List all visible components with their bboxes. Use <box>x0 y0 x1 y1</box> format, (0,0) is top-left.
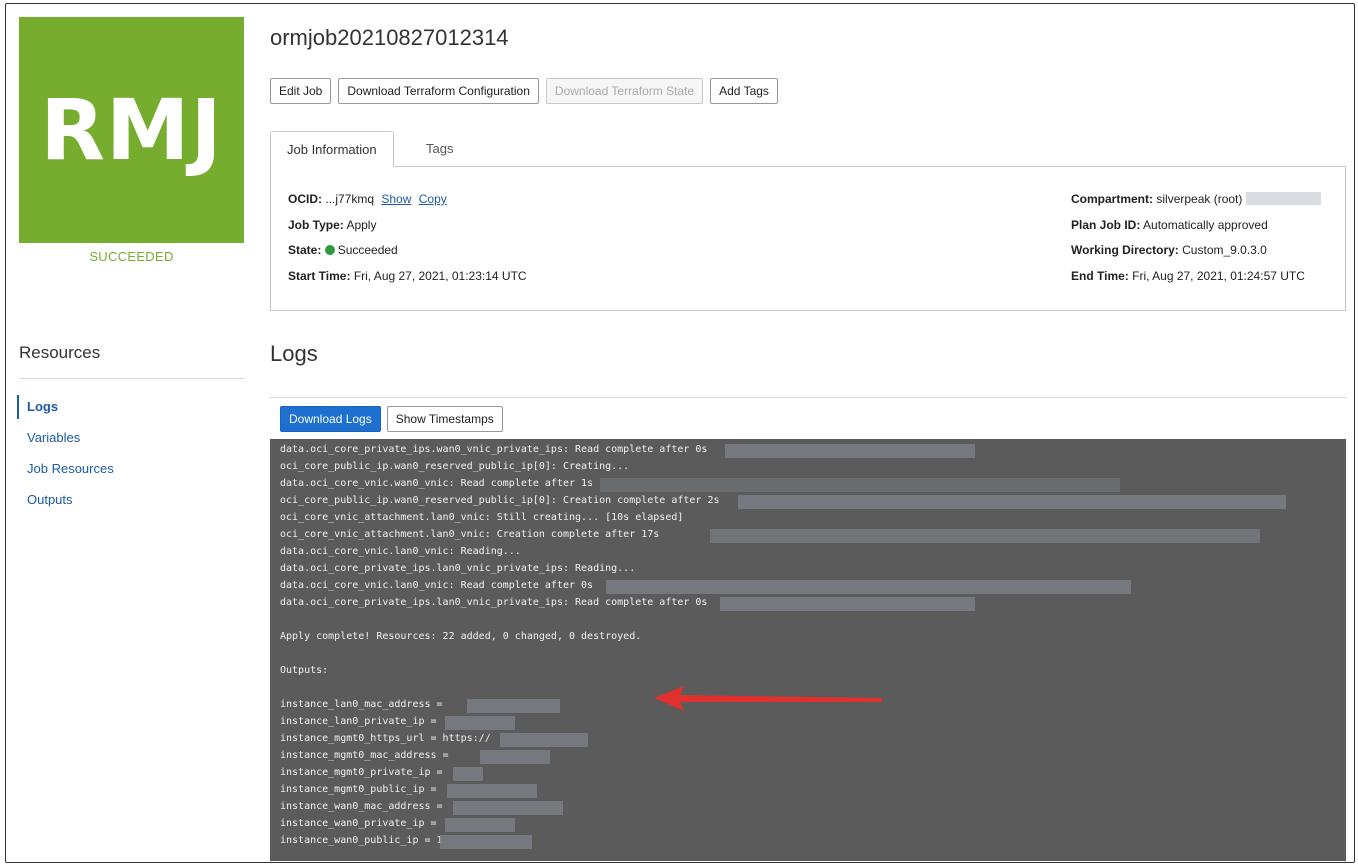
tab-job-information[interactable]: Job Information <box>270 131 394 167</box>
log-line: Outputs: <box>280 665 329 676</box>
plan-job-label: Plan Job ID: <box>1071 218 1141 232</box>
start-time-row: Start Time: Fri, Aug 27, 2021, 01:23:14 … <box>288 269 527 283</box>
logs-title: Logs <box>270 341 318 366</box>
log-line: instance_wan0_public_ip = 1 <box>280 835 443 846</box>
end-time-label: End Time: <box>1071 269 1129 283</box>
redacted-block <box>606 580 1131 594</box>
state-value: Succeeded <box>337 243 398 257</box>
resources-item-outputs[interactable]: Outputs <box>17 488 114 519</box>
end-time-value: Fri, Aug 27, 2021, 01:24:57 UTC <box>1132 269 1305 283</box>
redacted-block <box>738 495 1286 509</box>
state-label: State: <box>288 243 322 257</box>
redacted-block <box>453 767 483 781</box>
log-line: data.oci_core_vnic.wan0_vnic: Read compl… <box>280 478 594 489</box>
job-type-row: Job Type: Apply <box>288 218 376 232</box>
resources-nav: Logs Variables Job Resources Outputs <box>17 395 114 519</box>
ocid-copy-link[interactable]: Copy <box>419 192 447 206</box>
resources-divider <box>19 378 245 379</box>
compartment-value: silverpeak (root) <box>1156 192 1243 206</box>
page-title: ormjob20210827012314 <box>270 25 509 50</box>
redacted-block <box>710 529 1260 543</box>
job-type-label: Job Type: <box>288 218 344 232</box>
ocid-show-link[interactable]: Show <box>381 192 411 206</box>
log-line: oci_core_public_ip.wan0_reserved_public_… <box>280 461 630 472</box>
redacted-block <box>500 733 588 747</box>
log-console[interactable]: data.oci_core_private_ips.wan0_vnic_priv… <box>270 439 1346 861</box>
log-line: instance_lan0_mac_address = <box>280 699 443 710</box>
tab-tags[interactable]: Tags <box>410 131 469 166</box>
log-line: instance_mgmt0_private_ip = <box>280 767 443 778</box>
end-time-row: End Time: Fri, Aug 27, 2021, 01:24:57 UT… <box>1071 269 1305 283</box>
ocid-value: ...j77kmq <box>325 192 375 206</box>
show-timestamps-button[interactable]: Show Timestamps <box>386 406 503 432</box>
log-line: instance_lan0_private_ip = <box>280 716 437 727</box>
redacted-block <box>725 444 975 458</box>
download-logs-button[interactable]: Download Logs <box>280 406 381 432</box>
state-row: State: Succeeded <box>288 243 398 257</box>
log-line: data.oci_core_private_ips.wan0_vnic_priv… <box>280 444 708 455</box>
log-line: data.oci_core_private_ips.lan0_vnic_priv… <box>280 597 708 608</box>
details-tabs: Job Information Tags <box>270 131 1346 167</box>
annotation-arrow-icon <box>654 686 882 711</box>
redacted-block <box>467 699 560 713</box>
job-information-panel: OCID: ...j77kmq Show Copy Job Type: Appl… <box>270 166 1346 311</box>
logs-toolbar: Download Logs Show Timestamps <box>270 397 1346 440</box>
log-line: data.oci_core_private_ips.lan0_vnic_priv… <box>280 563 636 574</box>
start-time-label: Start Time: <box>288 269 351 283</box>
download-terraform-state-button[interactable]: Download Terraform State <box>545 78 704 104</box>
log-line: instance_wan0_mac_address = <box>280 801 443 812</box>
success-status-icon <box>324 245 335 255</box>
compartment-label: Compartment: <box>1071 192 1154 206</box>
redacted-block <box>600 478 1120 492</box>
compartment-row: Compartment: silverpeak (root) <box>1071 192 1321 206</box>
redacted-block <box>445 716 515 730</box>
plan-job-value: Automatically approved <box>1143 218 1268 232</box>
redacted-block <box>720 597 975 611</box>
resources-item-variables[interactable]: Variables <box>17 426 114 457</box>
working-directory-value: Custom_9.0.3.0 <box>1182 243 1267 257</box>
redacted-block <box>447 784 537 798</box>
redacted-block <box>453 801 563 815</box>
download-terraform-config-button[interactable]: Download Terraform Configuration <box>338 78 539 104</box>
redacted-block <box>480 750 550 764</box>
log-line: Apply complete! Resources: 22 added, 0 c… <box>280 631 642 642</box>
ocid-row: OCID: ...j77kmq Show Copy <box>288 192 447 206</box>
resources-item-logs[interactable]: Logs <box>17 395 114 419</box>
job-status-label: SUCCEEDED <box>89 249 174 264</box>
log-line: data.oci_core_vnic.lan0_vnic: Read compl… <box>280 580 594 591</box>
log-line: instance_mgmt0_public_ip = <box>280 784 437 795</box>
job-type-value: Apply <box>346 218 377 232</box>
log-line: oci_core_public_ip.wan0_reserved_public_… <box>280 495 720 506</box>
add-tags-button[interactable]: Add Tags <box>710 78 778 104</box>
working-directory-label: Working Directory: <box>1071 243 1179 257</box>
resources-title: Resources <box>19 343 101 362</box>
badge-initials: RMJ <box>40 81 223 179</box>
ocid-label: OCID: <box>288 192 322 206</box>
start-time-value: Fri, Aug 27, 2021, 01:23:14 UTC <box>353 269 527 283</box>
redacted-block <box>440 835 532 849</box>
log-line: instance_mgmt0_mac_address = <box>280 750 449 761</box>
log-line: oci_core_vnic_attachment.lan0_vnic: Crea… <box>280 529 660 540</box>
log-line: instance_wan0_private_ip = <box>280 818 437 829</box>
plan-job-row: Plan Job ID: Automatically approved <box>1071 218 1268 232</box>
edit-job-button[interactable]: Edit Job <box>270 78 332 104</box>
working-directory-row: Working Directory: Custom_9.0.3.0 <box>1071 243 1267 257</box>
log-line: data.oci_core_vnic.lan0_vnic: Reading... <box>280 546 521 557</box>
resources-item-job-resources[interactable]: Job Resources <box>17 457 114 488</box>
log-line: oci_core_vnic_attachment.lan0_vnic: Stil… <box>280 512 684 523</box>
log-line: instance_mgmt0_https_url = https:// <box>280 733 491 744</box>
job-badge: RMJ <box>19 17 244 243</box>
redacted-block <box>445 818 515 832</box>
action-toolbar: Edit Job Download Terraform Configuratio… <box>270 78 778 104</box>
redacted-block <box>1245 192 1321 205</box>
